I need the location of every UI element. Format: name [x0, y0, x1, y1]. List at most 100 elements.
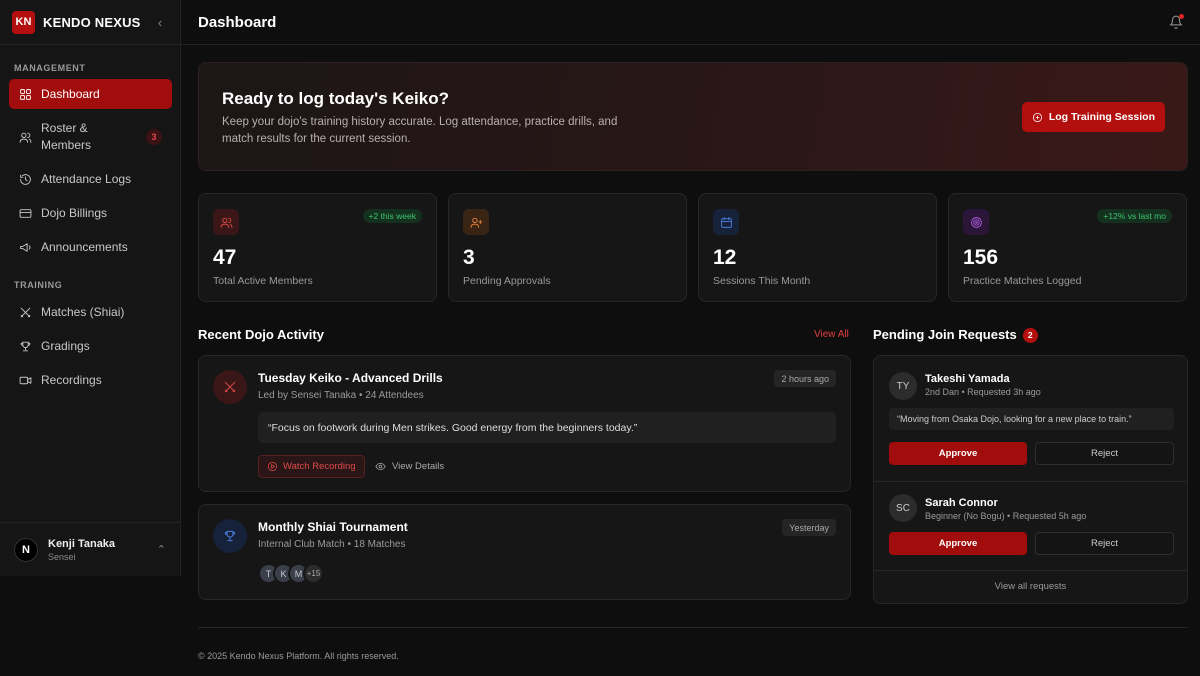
trophy-icon: [20, 341, 31, 351]
activity-note: “Focus on footwork during Men strikes. G…: [258, 412, 836, 443]
watch-recording-label: Watch Recording: [283, 461, 356, 472]
reject-button[interactable]: Reject: [1035, 442, 1174, 465]
sidebar-item-label: Roster & Members: [41, 121, 92, 152]
brand-name: KENDO NEXUS: [43, 14, 141, 30]
stat-icon-bg: [963, 209, 989, 235]
recent-activity-title: Recent Dojo Activity: [198, 327, 324, 342]
sidebar-item-label: Matches (Shiai): [41, 304, 125, 319]
stat-card-pending: 3 Pending Approvals: [448, 193, 687, 302]
participant-avatars: T K M +15: [258, 563, 324, 584]
view-details-label: View Details: [392, 461, 445, 472]
divider: [874, 570, 1187, 571]
activity-icon-bg: [213, 519, 247, 553]
sidebar-item-label: Dojo Billings: [41, 205, 108, 220]
stat-icon-bg: [213, 209, 239, 235]
view-all-link[interactable]: View All: [814, 329, 849, 340]
approve-button[interactable]: Approve: [889, 532, 1027, 555]
activity-title: Tuesday Keiko - Advanced Drills: [258, 371, 443, 385]
stat-icon-bg: [713, 209, 739, 235]
pending-requests-panel: TY Takeshi Yamada 2nd Dan • Requested 3h…: [873, 355, 1188, 604]
log-training-session-button[interactable]: Log Training Session: [1021, 102, 1165, 132]
user-name: Kenji Tanaka: [48, 537, 116, 550]
stat-trend-badge: +2 this week: [362, 209, 422, 223]
activity-card-keiko: Tuesday Keiko - Advanced Drills Led by S…: [198, 355, 851, 492]
stat-icon-bg: [463, 209, 489, 235]
users-icon: [220, 217, 232, 228]
requester-meta: Beginner (No Bogu) • Requested 5h ago: [925, 511, 1087, 521]
stat-value: 12: [713, 246, 737, 269]
swords-icon: [20, 307, 31, 317]
sidebar-item-label: Recordings: [41, 372, 102, 387]
footer-divider: [198, 627, 1188, 628]
pending-requests-title: Pending Join Requests 2: [873, 327, 1038, 343]
avatar: SC: [889, 494, 917, 522]
view-all-requests-link[interactable]: View all requests: [874, 581, 1187, 592]
stat-card-sessions: 12 Sessions This Month: [698, 193, 937, 302]
sidebar-item-label: Dashboard: [41, 86, 100, 101]
play-circle-icon: [267, 461, 278, 472]
grid-icon: [20, 88, 31, 100]
activity-title: Monthly Shiai Tournament: [258, 520, 408, 534]
activity-icon-bg: [213, 370, 247, 404]
sidebar-item-recordings[interactable]: Recordings: [9, 369, 172, 391]
stat-label: Practice Matches Logged: [963, 275, 1082, 287]
section-label-training: TRAINING: [14, 280, 63, 290]
sidebar-item-billings[interactable]: Dojo Billings: [9, 202, 172, 224]
megaphone-icon: [20, 242, 31, 252]
user-plus-icon: [470, 217, 482, 228]
pending-requests-label: Pending Join Requests: [873, 327, 1017, 342]
stat-label: Sessions This Month: [713, 275, 811, 287]
stat-card-matches: +12% vs last mo 156 Practice Matches Log…: [948, 193, 1187, 302]
chevron-left-icon[interactable]: ‹: [152, 15, 168, 30]
users-icon: [19, 132, 32, 143]
bell-icon[interactable]: [1169, 14, 1184, 29]
stat-value: 156: [963, 246, 999, 269]
sidebar-item-gradings[interactable]: Gradings: [9, 335, 172, 357]
sidebar-item-label: Gradings: [41, 338, 90, 353]
history-icon: [20, 173, 31, 185]
activity-card-shiai: Monthly Shiai Tournament Internal Club M…: [198, 504, 851, 600]
avatar: N: [14, 537, 38, 562]
request-message: “Moving from Osaka Dojo, looking for a n…: [889, 408, 1174, 430]
trophy-icon: [224, 530, 236, 542]
topbar: Dashboard: [181, 0, 1200, 45]
stat-trend-badge: +12% vs last mo: [1097, 209, 1172, 223]
user-menu[interactable]: N Kenji Tanaka Sensei ⌃: [0, 522, 180, 576]
section-label-management: MANAGEMENT: [14, 63, 86, 73]
sidebar-item-label: Attendance Logs: [41, 171, 132, 186]
stat-value: 3: [463, 246, 475, 269]
activity-time-badge: Yesterday: [782, 519, 836, 536]
hero-banner: Ready to log today's Keiko? Keep your do…: [198, 62, 1188, 171]
swords-icon: [224, 381, 236, 393]
view-details-button[interactable]: View Details: [375, 455, 444, 478]
hero-text: Keep your dojo's training history accura…: [222, 116, 618, 145]
page-title: Dashboard: [198, 13, 277, 31]
divider: [874, 481, 1187, 482]
sidebar: KN KENDO NEXUS ‹ MANAGEMENT Dashboard Ro…: [0, 0, 181, 576]
sidebar-item-announcements[interactable]: Announcements: [9, 236, 172, 258]
activity-time-badge: 2 hours ago: [774, 370, 836, 387]
sidebar-item-roster[interactable]: Roster & Members 3: [9, 116, 172, 158]
stat-label: Total Active Members: [213, 275, 313, 287]
reject-button[interactable]: Reject: [1035, 532, 1174, 555]
watch-recording-button[interactable]: Watch Recording: [258, 455, 365, 478]
stat-card-members: +2 this week 47 Total Active Members: [198, 193, 437, 302]
brand: KN KENDO NEXUS ‹: [0, 0, 180, 45]
avatar: TY: [889, 372, 917, 400]
video-icon: [19, 376, 32, 384]
sidebar-item-dashboard[interactable]: Dashboard: [9, 79, 172, 109]
requests-count-badge: 2: [1022, 327, 1038, 343]
sidebar-item-attendance[interactable]: Attendance Logs: [9, 168, 172, 190]
roster-badge: 3: [146, 129, 162, 145]
activity-subtitle: Internal Club Match • 18 Matches: [258, 539, 406, 550]
brand-logo: KN: [12, 10, 35, 34]
requester-name: Sarah Connor: [925, 497, 998, 509]
approve-button[interactable]: Approve: [889, 442, 1027, 465]
plus-circle-icon: [1032, 112, 1042, 122]
sidebar-item-label: Announcements: [41, 239, 128, 254]
chevron-up-icon[interactable]: ⌃: [157, 543, 166, 556]
hero-title: Ready to log today's Keiko?: [222, 89, 449, 108]
sidebar-item-matches[interactable]: Matches (Shiai): [9, 301, 172, 323]
log-training-session-label: Log Training Session: [1048, 111, 1155, 123]
activity-subtitle: Led by Sensei Tanaka • 24 Attendees: [258, 390, 424, 401]
